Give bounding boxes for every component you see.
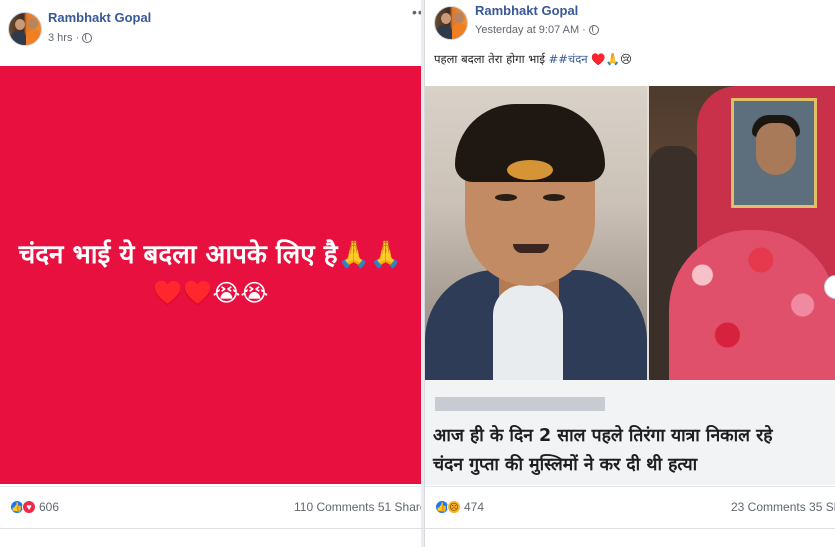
globe-icon bbox=[588, 25, 599, 35]
post-footer: 👍 ☹ 474 23 Comments 35 Sh bbox=[425, 486, 835, 528]
reaction-count: 606 bbox=[39, 500, 60, 514]
love-reaction-icon: ♥ bbox=[22, 500, 36, 514]
shares-count[interactable]: 51 Shares bbox=[378, 500, 421, 514]
author-name[interactable]: Rambhakt Gopal bbox=[48, 10, 151, 25]
reaction-summary[interactable]: 👍 ♥ 606 bbox=[10, 500, 59, 514]
comments-count[interactable]: 110 Comments bbox=[294, 500, 374, 514]
post-footer: 👍 ♥ 606 110 Comments 51 Shares bbox=[0, 486, 421, 528]
globe-icon bbox=[82, 33, 93, 43]
reaction-summary[interactable]: 👍 ☹ 474 bbox=[435, 500, 484, 514]
engagement-counts: 23 Comments 35 Sh bbox=[731, 500, 835, 514]
engagement-counts: 110 Comments 51 Shares bbox=[294, 500, 421, 514]
post-meta: 3 hrs · bbox=[48, 32, 93, 44]
hashtag-link[interactable]: ##चंदन bbox=[549, 52, 588, 66]
post-meta: Yesterday at 9:07 AM · bbox=[475, 24, 599, 36]
garlanded-portrait-photo bbox=[649, 86, 835, 380]
post-right: Rambhakt Gopal Yesterday at 9:07 AM · पह… bbox=[424, 0, 835, 547]
author-avatar[interactable] bbox=[434, 6, 468, 40]
more-options-icon[interactable]: •• bbox=[412, 4, 421, 20]
post-header: Rambhakt Gopal Yesterday at 9:07 AM · bbox=[425, 0, 835, 60]
card-text-line2: ♥️♥️😭😭 bbox=[152, 279, 269, 307]
post-timestamp[interactable]: 3 hrs bbox=[48, 32, 72, 44]
comments-count[interactable]: 23 Comments bbox=[731, 500, 806, 514]
post-left: Rambhakt Gopal 3 hrs · •• चंदन भाई ये बद… bbox=[0, 0, 421, 547]
card-text-line1: चंदन भाई ये बदला आपके लिए है🙏🙏 bbox=[18, 240, 403, 270]
portrait-photo bbox=[425, 86, 647, 380]
shares-count[interactable]: 35 Sh bbox=[809, 500, 835, 514]
text-background-card: चंदन भाई ये बदला आपके लिए है🙏🙏 ♥️♥️😭😭 bbox=[0, 66, 421, 484]
footer-divider bbox=[0, 528, 835, 529]
post-header: Rambhakt Gopal 3 hrs · •• bbox=[0, 0, 421, 60]
post-caption: पहला बदला तेरा होगा भाई ##चंदन ♥️🙏😢 bbox=[434, 52, 632, 66]
author-name[interactable]: Rambhakt Gopal bbox=[475, 3, 578, 18]
link-preview[interactable]: आज ही के दिन 2 साल पहले तिरंगा यात्रा नि… bbox=[425, 380, 835, 485]
reaction-count: 474 bbox=[464, 500, 485, 514]
sad-reaction-icon: ☹ bbox=[447, 500, 461, 514]
post-timestamp[interactable]: Yesterday at 9:07 AM bbox=[475, 24, 579, 36]
link-title[interactable]: आज ही के दिन 2 साल पहले तिरंगा यात्रा नि… bbox=[433, 422, 835, 480]
link-domain-blurred bbox=[435, 397, 605, 411]
shared-link-image[interactable] bbox=[425, 86, 835, 380]
author-avatar[interactable] bbox=[8, 12, 42, 46]
